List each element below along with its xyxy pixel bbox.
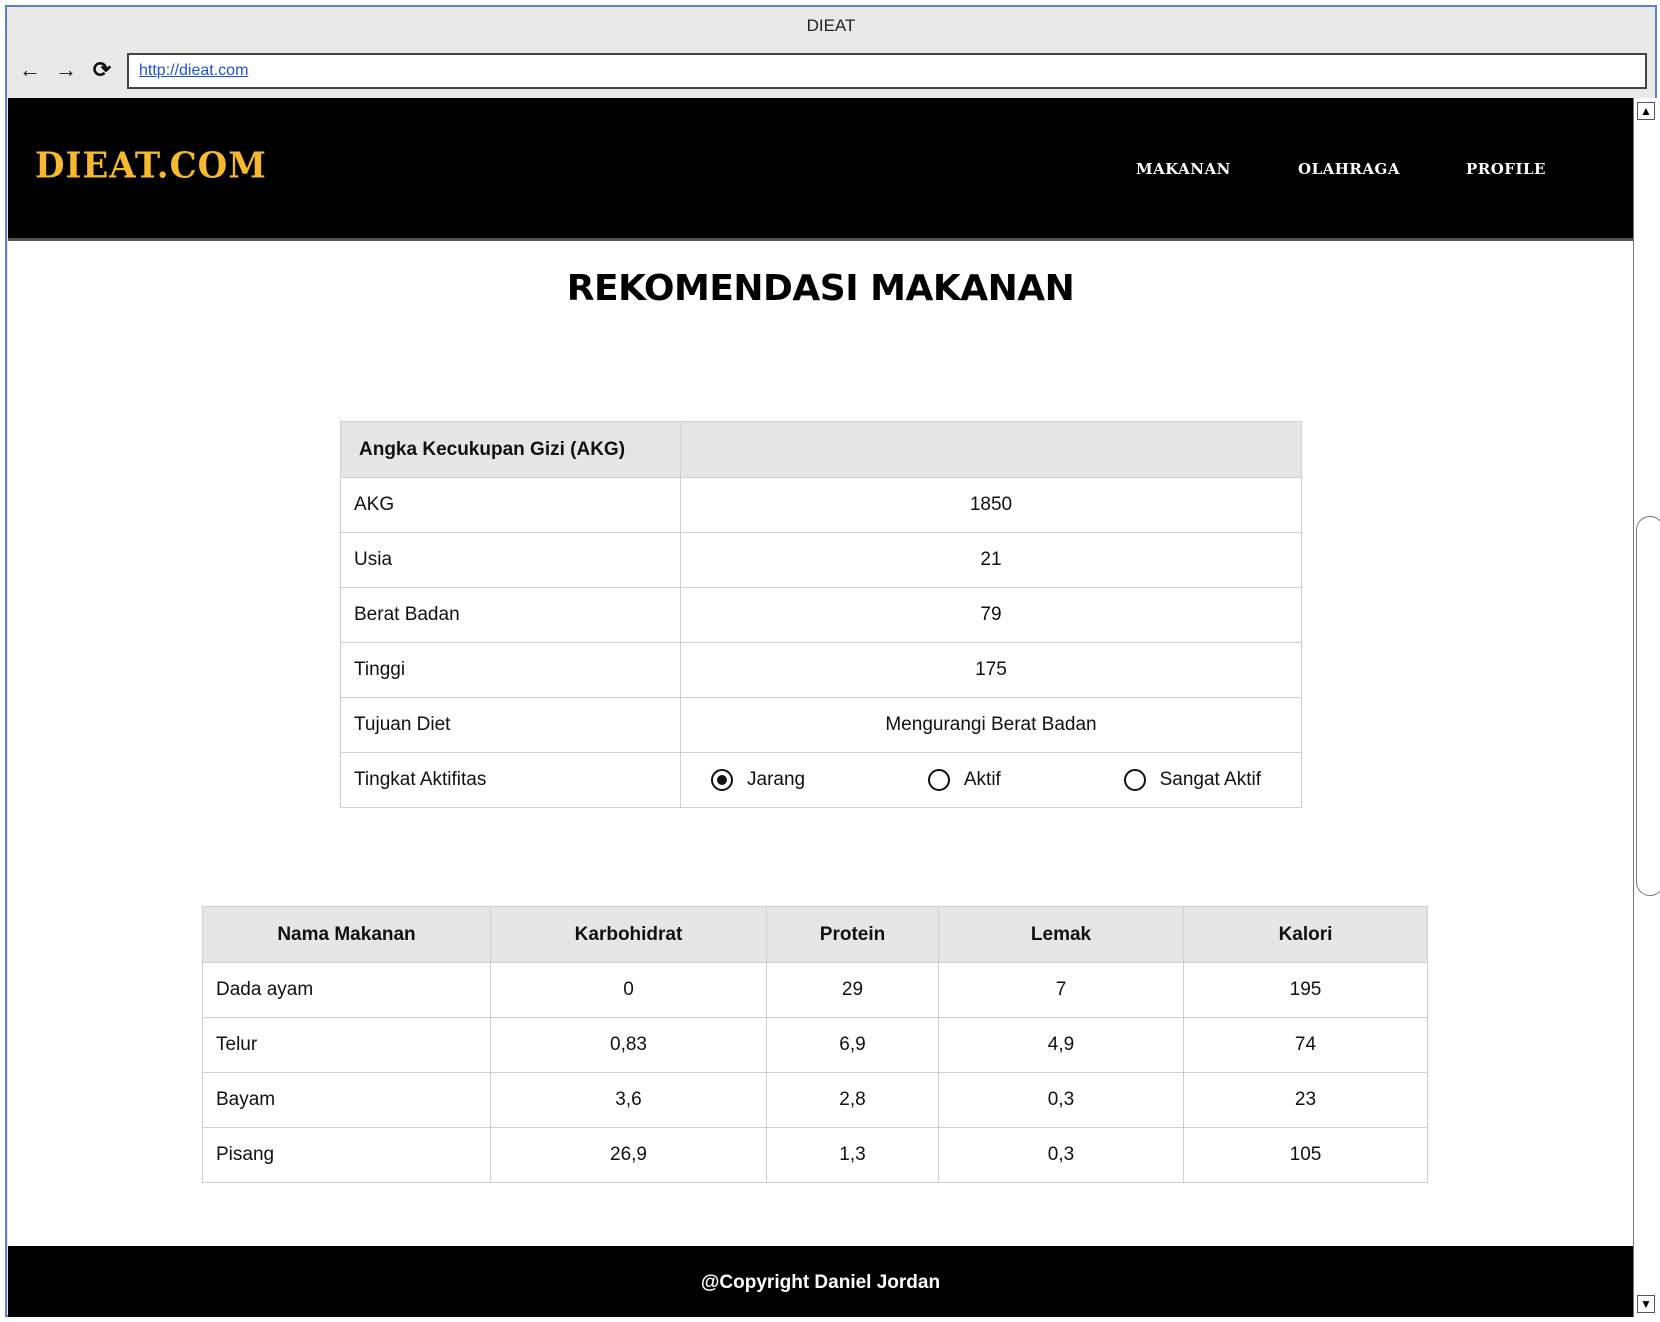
site-logo[interactable]: DIEAT.COM	[35, 145, 267, 187]
column-header: Karbohidrat	[490, 906, 767, 963]
row-label: Tinggi	[340, 642, 681, 698]
browser-toolbar: ← → ⟳ http://dieat.com	[7, 47, 1655, 97]
table-cell: 0,3	[938, 1127, 1184, 1183]
radio-aktif[interactable]: Aktif	[927, 769, 1001, 791]
site-header: DIEAT.COM MAKANAN OLAHRAGA PROFILE	[8, 98, 1633, 238]
column-header: Kalori	[1183, 906, 1428, 963]
radio-jarang[interactable]: Jarang	[711, 769, 805, 791]
food-name: Dada ayam	[202, 962, 491, 1018]
row-label: Usia	[340, 532, 681, 588]
scroll-down-icon[interactable]: ▼	[1637, 1295, 1655, 1313]
table-cell: 29	[766, 962, 939, 1018]
forward-arrow-icon[interactable]: →	[53, 57, 79, 83]
food-name: Pisang	[202, 1127, 491, 1183]
table-row: Usia 21	[340, 532, 1302, 588]
browser-window: DIEAT ← → ⟳ http://dieat.com DIEAT.COM M…	[5, 5, 1660, 1317]
food-table: Nama Makanan Karbohidrat Protein Lemak K…	[202, 906, 1428, 1183]
table-row: Bayam 3,6 2,8 0,3 23	[202, 1072, 1428, 1128]
akg-header: Angka Kecukupan Gizi (AKG)	[340, 421, 681, 478]
radio-sangat-aktif[interactable]: Sangat Aktif	[1123, 769, 1261, 791]
table-header-row: Angka Kecukupan Gizi (AKG)	[340, 421, 1302, 478]
table-cell: 195	[1183, 962, 1428, 1018]
activity-radio-group: Jarang Aktif Sangat Aktif	[680, 752, 1302, 808]
akg-header-empty	[680, 421, 1302, 478]
table-cell: 26,9	[490, 1127, 767, 1183]
row-value: Mengurangi Berat Badan	[680, 697, 1302, 753]
radio-unchecked-icon[interactable]	[927, 769, 950, 791]
table-header-row: Nama Makanan Karbohidrat Protein Lemak K…	[202, 906, 1428, 963]
column-header: Lemak	[938, 906, 1184, 963]
radio-label: Jarang	[747, 769, 806, 790]
header-divider	[8, 238, 1633, 241]
back-arrow-icon[interactable]: ←	[17, 57, 43, 83]
radio-unchecked-icon[interactable]	[1123, 769, 1146, 791]
address-bar[interactable]: http://dieat.com	[127, 53, 1647, 89]
table-row: Dada ayam 0 29 7 195	[202, 962, 1428, 1018]
column-header: Protein	[766, 906, 939, 963]
table-cell: 74	[1183, 1017, 1428, 1073]
table-cell: 4,9	[938, 1017, 1184, 1073]
row-value: 1850	[680, 477, 1302, 533]
row-value: 21	[680, 532, 1302, 588]
site-footer: @Copyright Daniel Jordan	[8, 1246, 1633, 1317]
table-cell: 23	[1183, 1072, 1428, 1128]
column-header: Nama Makanan	[202, 906, 491, 963]
table-row: AKG 1850	[340, 477, 1302, 533]
scroll-up-icon[interactable]: ▲	[1637, 102, 1655, 120]
page-title: REKOMENDASI MAKANAN	[566, 268, 1075, 309]
food-name: Telur	[202, 1017, 491, 1073]
nav-olahraga[interactable]: OLAHRAGA	[1298, 160, 1400, 178]
table-cell: 0,83	[490, 1017, 767, 1073]
akg-table: Angka Kecukupan Gizi (AKG) AKG 1850 Usia…	[340, 421, 1302, 808]
reload-icon[interactable]: ⟳	[89, 57, 115, 83]
table-cell: 105	[1183, 1127, 1428, 1183]
nav-profile[interactable]: PROFILE	[1466, 160, 1546, 178]
vertical-scrollbar[interactable]: ▲ ▼	[1633, 98, 1660, 1317]
radio-label: Aktif	[963, 769, 1001, 790]
table-cell: 0,3	[938, 1072, 1184, 1128]
table-cell: 6,9	[766, 1017, 939, 1073]
table-cell: 1,3	[766, 1127, 939, 1183]
table-cell: 0	[490, 962, 767, 1018]
table-row: Pisang 26,9 1,3 0,3 105	[202, 1127, 1428, 1183]
food-name: Bayam	[202, 1072, 491, 1128]
window-title: DIEAT	[806, 16, 856, 35]
table-row: Tinggi 175	[340, 642, 1302, 698]
row-label: AKG	[340, 477, 681, 533]
table-cell: 3,6	[490, 1072, 767, 1128]
nav-makanan[interactable]: MAKANAN	[1136, 160, 1231, 178]
table-row: Telur 0,83 6,9 4,9 74	[202, 1017, 1428, 1073]
radio-label: Sangat Aktif	[1159, 769, 1261, 790]
row-label: Tujuan Diet	[340, 697, 681, 753]
activity-label: Tingkat Aktifitas	[340, 752, 681, 808]
row-label: Berat Badan	[340, 587, 681, 643]
table-cell: 2,8	[766, 1072, 939, 1128]
page-viewport: DIEAT.COM MAKANAN OLAHRAGA PROFILE REKOM…	[8, 98, 1633, 1317]
table-row: Berat Badan 79	[340, 587, 1302, 643]
row-value: 175	[680, 642, 1302, 698]
scroll-thumb[interactable]	[1636, 516, 1660, 896]
row-value: 79	[680, 587, 1302, 643]
url-text[interactable]: http://dieat.com	[139, 62, 248, 79]
table-row: Tingkat Aktifitas Jarang Aktif Sangat Ak…	[340, 752, 1302, 808]
table-cell: 7	[938, 962, 1184, 1018]
radio-checked-icon[interactable]	[711, 769, 733, 791]
table-row: Tujuan Diet Mengurangi Berat Badan	[340, 697, 1302, 753]
